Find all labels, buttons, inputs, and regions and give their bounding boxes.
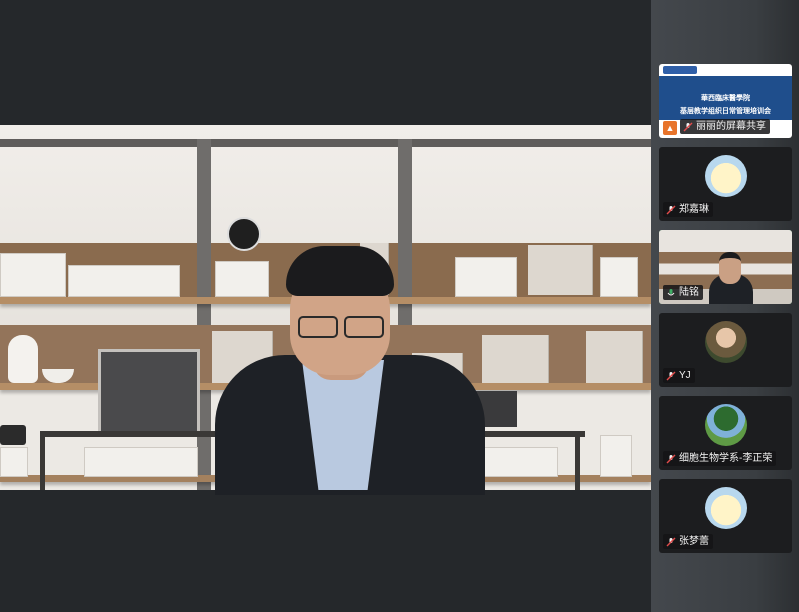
participant-tile[interactable]: 郑嘉琳 xyxy=(659,147,792,221)
storage-box xyxy=(455,257,517,297)
books xyxy=(586,331,643,383)
active-mic-icon xyxy=(667,288,675,295)
clock-icon xyxy=(227,217,261,251)
books xyxy=(528,245,593,295)
participant-tile[interactable]: 细胞生物学系-李正荣 xyxy=(659,396,792,470)
flowers-photo-avatar xyxy=(705,321,747,363)
shelf-rail xyxy=(0,139,651,147)
participant-name-bar: 张梦蕾 xyxy=(663,534,713,549)
speaker-hair xyxy=(286,246,394,296)
books xyxy=(482,335,549,383)
storage-box xyxy=(600,435,632,477)
duck-cartoon-avatar xyxy=(705,487,747,529)
muted-mic-icon xyxy=(683,122,693,131)
speaker-thumb-head xyxy=(719,252,741,284)
screen-share-name: 丽丽的屏幕共享 xyxy=(696,121,766,132)
muted-mic-icon xyxy=(666,454,676,463)
participant-name: 张梦蕾 xyxy=(679,536,709,547)
camera xyxy=(0,425,26,445)
speaker-glasses xyxy=(296,316,384,338)
storage-box xyxy=(0,447,28,477)
desk-leg xyxy=(40,437,45,490)
participant-tile[interactable]: YJ xyxy=(659,313,792,387)
participant-name-bar: 郑嘉琳 xyxy=(663,202,713,217)
shelf-post xyxy=(197,139,211,490)
storage-box xyxy=(600,257,638,297)
slide-subtitle: 基层教学组织日常管理培训会 xyxy=(680,108,771,115)
storage-box xyxy=(84,447,198,477)
participant-name-bar: 细胞生物学系-李正荣 xyxy=(663,451,777,466)
tree-photo-avatar xyxy=(705,404,747,446)
participant-sidebar: 華西臨床醫學院 基层教学组织日常管理培训会 ▲ 丽丽的屏幕共享 郑嘉琳 陆铭 Y… xyxy=(651,0,799,612)
participant-name: YJ xyxy=(679,370,691,381)
storage-box xyxy=(68,265,180,297)
slide-title: 華西臨床醫學院 xyxy=(701,95,750,102)
screen-share-label: 丽丽的屏幕共享 xyxy=(680,119,770,134)
storage-box xyxy=(215,261,269,297)
participant-name: 陆铭 xyxy=(679,287,699,298)
duck-cartoon-avatar xyxy=(705,155,747,197)
screen-share-tile[interactable]: 華西臨床醫學院 基层教学组织日常管理培训会 ▲ 丽丽的屏幕共享 xyxy=(659,64,792,138)
muted-mic-icon xyxy=(666,371,676,380)
participant-name-bar: 陆铭 xyxy=(663,285,703,300)
participant-tile[interactable]: 张梦蕾 xyxy=(659,479,792,553)
share-user-icon: ▲ xyxy=(663,121,677,135)
participant-name: 郑嘉琳 xyxy=(679,204,709,215)
university-logo-icon xyxy=(663,66,697,74)
participant-tile-active[interactable]: 陆铭 xyxy=(659,230,792,304)
muted-mic-icon xyxy=(666,537,676,546)
participant-name-bar: YJ xyxy=(663,368,695,383)
participant-name: 细胞生物学系-李正荣 xyxy=(679,453,773,464)
vase xyxy=(8,335,38,383)
main-video-stage xyxy=(0,0,651,612)
monitor xyxy=(98,349,200,437)
storage-box xyxy=(0,253,66,297)
desk-leg xyxy=(575,437,580,490)
muted-mic-icon xyxy=(666,205,676,214)
